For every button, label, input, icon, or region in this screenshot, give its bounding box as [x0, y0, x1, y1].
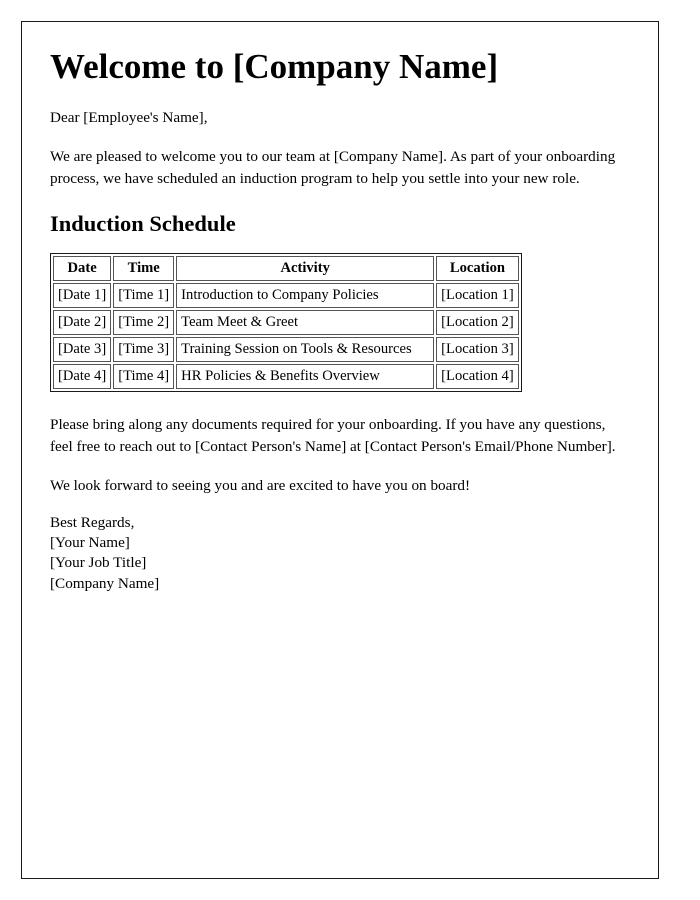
table-row: [Date 2] [Time 2] Team Meet & Greet [Loc…	[53, 310, 519, 336]
page-title: Welcome to [Company Name]	[50, 47, 499, 86]
column-header-date: Date	[53, 256, 112, 282]
signature-block: Best Regards, [Your Name] [Your Job Titl…	[50, 513, 630, 594]
table-row: [Date 3] [Time 3] Training Session on To…	[53, 337, 519, 363]
signature-job-title: [Your Job Title]	[50, 554, 147, 572]
cell-date: [Date 1]	[53, 283, 112, 309]
cell-location: [Location 1]	[436, 283, 519, 309]
signature-regards: Best Regards,	[50, 513, 135, 531]
cell-time: [Time 3]	[113, 337, 175, 363]
column-header-activity: Activity	[176, 256, 435, 282]
induction-schedule-table: Date Time Activity Location [Date 1] [Ti…	[50, 253, 522, 393]
schedule-heading: Induction Schedule	[50, 211, 236, 237]
closing-paragraph: Please bring along any documents require…	[50, 416, 616, 455]
cell-activity: Introduction to Company Policies	[176, 283, 435, 309]
cell-location: [Location 3]	[436, 337, 519, 363]
document-page: Welcome to [Company Name] Dear [Employee…	[21, 21, 659, 879]
table-header-row: Date Time Activity Location	[53, 256, 519, 282]
cell-date: [Date 3]	[53, 337, 112, 363]
signature-company: [Company Name]	[50, 574, 160, 592]
table-row: [Date 1] [Time 1] Introduction to Compan…	[53, 283, 519, 309]
cell-activity: Team Meet & Greet	[176, 310, 435, 336]
table-header: Date Time Activity Location	[53, 256, 519, 282]
cell-time: [Time 1]	[113, 283, 175, 309]
cell-location: [Location 2]	[436, 310, 519, 336]
cell-location: [Location 4]	[436, 364, 519, 390]
final-paragraph: We look forward to seeing you and are ex…	[50, 477, 471, 495]
cell-time: [Time 4]	[113, 364, 175, 390]
cell-activity: HR Policies & Benefits Overview	[176, 364, 435, 390]
cell-date: [Date 2]	[53, 310, 112, 336]
cell-activity: Training Session on Tools & Resources	[176, 337, 435, 363]
table-row: [Date 4] [Time 4] HR Policies & Benefits…	[53, 364, 519, 390]
salutation-text: Dear [Employee's Name],	[50, 108, 208, 126]
column-header-location: Location	[436, 256, 519, 282]
column-header-time: Time	[113, 256, 175, 282]
table-body: [Date 1] [Time 1] Introduction to Compan…	[53, 283, 519, 390]
intro-paragraph: We are pleased to welcome you to our tea…	[50, 148, 616, 187]
cell-time: [Time 2]	[113, 310, 175, 336]
document-body: Welcome to [Company Name] Dear [Employee…	[22, 22, 658, 594]
cell-date: [Date 4]	[53, 364, 112, 390]
signature-name: [Your Name]	[50, 534, 130, 552]
